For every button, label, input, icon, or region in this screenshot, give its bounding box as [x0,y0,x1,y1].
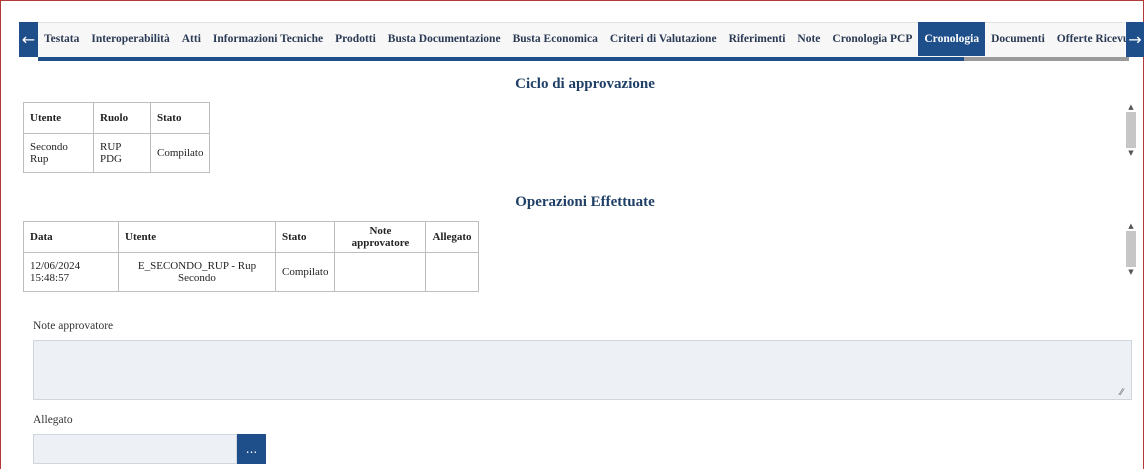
approval-section-title: Ciclo di approvazione [515,76,655,92]
cell-allegato [425,252,479,292]
table-header-row: Utente Ruolo Stato [23,102,211,134]
attachment-browse-button[interactable]: ... [237,434,266,464]
tab-offerte-ricevute[interactable]: Offerte Ricevute [1051,22,1126,56]
column-header-data: Data [23,221,119,253]
tab-scroll-left-button[interactable]: ← [19,22,38,57]
scroll-thumb[interactable] [1126,231,1136,267]
scroll-down-icon[interactable]: ▼ [1126,267,1136,277]
tab-atti[interactable]: Atti [176,22,207,56]
tab-documenti[interactable]: Documenti [985,22,1051,56]
column-header-utente: Utente [23,102,94,134]
tab-cronologia-pcp[interactable]: Cronologia PCP [826,22,918,56]
table-row: Secondo Rup RUP PDG Compilato [23,133,211,173]
scroll-thumb[interactable] [1126,112,1136,148]
resize-grip-icon[interactable]: ⁄⁄ [1120,389,1128,398]
notes-textarea[interactable]: ⁄⁄ [33,340,1132,400]
table-row: 12/06/2024 15:48:57 E_SECONDO_RUP - Rup … [23,252,479,292]
column-header-ruolo: Ruolo [93,102,151,134]
tab-busta-economica[interactable]: Busta Economica [507,22,604,56]
tab-note[interactable]: Note [791,22,826,56]
tab-prodotti[interactable]: Prodotti [329,22,382,56]
attachment-input[interactable] [33,434,237,464]
cell-utente: E_SECONDO_RUP - Rup Secondo [118,252,276,292]
column-header-allegato: Allegato [425,221,479,253]
cell-ruolo: RUP PDG [93,133,151,173]
active-tab-underline [38,57,964,61]
column-header-stato: Stato [274,221,336,253]
tab-list: Testata Interoperabilità Atti Informazio… [38,22,1126,56]
arrow-right-icon: → [1128,30,1142,49]
cell-data: 12/06/2024 15:48:57 [23,252,119,292]
tab-riferimenti[interactable]: Riferimenti [723,22,792,56]
column-header-stato: Stato [149,102,211,134]
table-header-row: Data Utente Stato Note approvatore Alleg… [23,221,479,253]
cell-stato: Compilato [274,252,336,292]
tab-busta-documentazione[interactable]: Busta Documentazione [382,22,507,56]
operations-section-title: Operazioni Effettuate [515,194,655,210]
approval-table: Utente Ruolo Stato Secondo Rup RUP PDG C… [23,102,211,173]
operations-table: Data Utente Stato Note approvatore Alleg… [23,221,479,292]
column-header-utente: Utente [118,221,276,253]
cell-note-approvatore [334,252,427,292]
notes-label: Note approvatore [33,320,114,332]
tab-interoperabilita[interactable]: Interoperabilità [85,22,175,56]
scroll-up-icon[interactable]: ▲ [1126,221,1136,231]
tab-scroll-right-button[interactable]: → [1126,22,1144,57]
arrow-left-icon: ← [21,30,36,49]
tab-informazioni-tecniche[interactable]: Informazioni Tecniche [207,22,329,56]
attachment-label: Allegato [33,414,73,426]
operations-scrollbar[interactable]: ▲ ▼ [1126,221,1136,277]
tab-cronologia[interactable]: Cronologia [918,22,986,56]
tab-testata[interactable]: Testata [38,22,85,56]
scroll-down-icon[interactable]: ▼ [1126,148,1136,158]
cell-stato: Compilato [149,133,211,173]
approval-scrollbar[interactable]: ▲ ▼ [1126,102,1136,158]
cell-utente: Secondo Rup [23,133,94,173]
tab-underline-rest [964,57,1129,61]
scroll-up-icon[interactable]: ▲ [1126,102,1136,112]
column-header-note-approvatore: Note approvatore [334,221,427,253]
tab-criteri-di-valutazione[interactable]: Criteri di Valutazione [604,22,723,56]
